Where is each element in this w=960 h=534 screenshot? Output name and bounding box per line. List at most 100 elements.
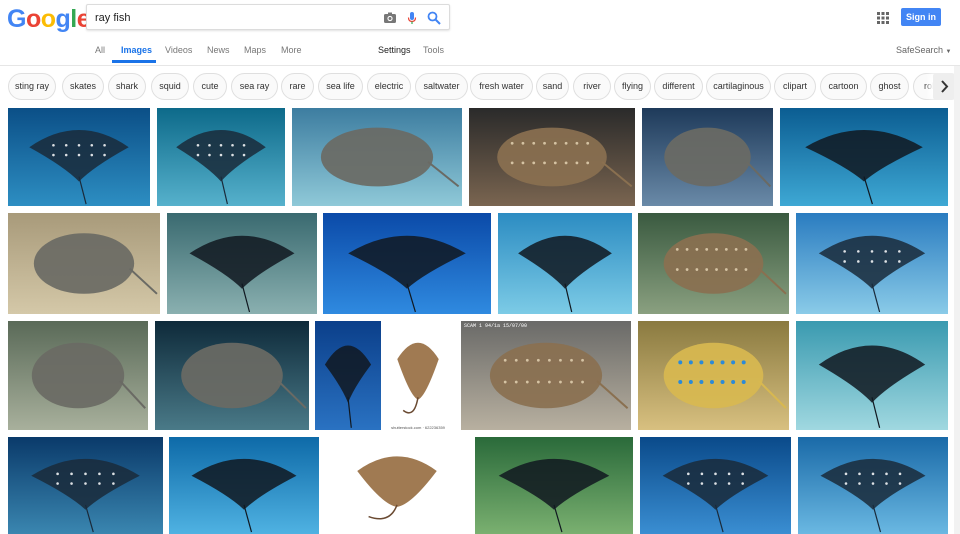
related-chip[interactable]: ghost [870, 73, 909, 100]
ray-fish-thumbnail [8, 108, 150, 206]
related-chip[interactable]: sea ray [231, 73, 278, 100]
ray-fish-thumbnail [469, 108, 635, 206]
ray-fish-thumbnail [167, 213, 317, 314]
related-chip[interactable]: fresh water [470, 73, 533, 100]
image-result[interactable] [8, 321, 148, 430]
image-result[interactable] [155, 321, 309, 430]
safesearch-label: SafeSearch [896, 45, 944, 55]
image-result[interactable]: SCAM 1 94/1a 15/07/00 [461, 321, 631, 430]
apps-grid-icon[interactable] [877, 11, 889, 24]
tab-all[interactable]: All [95, 45, 105, 55]
image-result[interactable] [169, 437, 319, 534]
header: Google Sign in All Images Videos News Ma… [0, 0, 960, 66]
ray-fish-thumbnail [323, 213, 491, 314]
image-result[interactable] [498, 213, 632, 314]
logo-letter: G [7, 5, 26, 33]
related-chip[interactable]: electric [367, 73, 411, 100]
active-tab-indicator [112, 60, 156, 63]
image-result[interactable] [8, 108, 150, 206]
image-result[interactable] [326, 437, 468, 534]
tools-link[interactable]: Tools [423, 45, 444, 55]
ray-fish-thumbnail [157, 108, 285, 206]
ray-fish-thumbnail [796, 213, 948, 314]
ray-fish-thumbnail [638, 213, 789, 314]
search-tabs: All Images Videos News Maps More Setting… [0, 43, 960, 65]
ray-fish-thumbnail [780, 108, 948, 206]
related-chip[interactable]: different [654, 73, 703, 100]
image-result[interactable] [469, 108, 635, 206]
ray-fish-thumbnail [169, 437, 319, 534]
image-result[interactable] [638, 213, 789, 314]
tab-more[interactable]: More [281, 45, 302, 55]
ray-fish-thumbnail [498, 213, 632, 314]
safesearch-menu[interactable]: SafeSearch ▼ [896, 45, 952, 55]
related-chip[interactable]: sea life [318, 73, 363, 100]
related-chip[interactable]: river [573, 73, 611, 100]
image-result[interactable] [323, 213, 491, 314]
chips-next-button[interactable] [933, 73, 955, 100]
image-result[interactable] [8, 213, 160, 314]
ray-fish-thumbnail [381, 321, 455, 430]
ray-fish-thumbnail [798, 437, 948, 534]
ray-fish-thumbnail [638, 321, 789, 430]
ray-fish-thumbnail [8, 321, 148, 430]
ray-fish-thumbnail [315, 321, 381, 430]
image-result[interactable] [780, 108, 948, 206]
related-chip[interactable]: sting ray [8, 73, 56, 100]
ray-fish-thumbnail [461, 321, 631, 430]
related-chip[interactable]: cute [193, 73, 227, 100]
image-result[interactable] [157, 108, 285, 206]
ray-fish-thumbnail [155, 321, 309, 430]
logo-letter: o [25, 5, 41, 33]
ray-fish-thumbnail [640, 437, 791, 534]
related-chip[interactable]: squid [151, 73, 189, 100]
caret-down-icon: ▼ [945, 49, 952, 55]
search-box[interactable] [86, 4, 450, 30]
settings-link[interactable]: Settings [378, 45, 411, 55]
microphone-icon[interactable] [404, 10, 420, 26]
image-result[interactable] [167, 213, 317, 314]
image-result[interactable] [638, 321, 789, 430]
tab-news[interactable]: News [207, 45, 230, 55]
chevron-right-icon [941, 80, 949, 93]
logo-letter: g [55, 5, 71, 33]
image-result[interactable] [796, 213, 948, 314]
image-result[interactable] [8, 437, 163, 534]
ray-fish-thumbnail [796, 321, 948, 430]
related-searches-bar: roboghostcartoonclipartcartilaginousdiff… [0, 69, 960, 104]
ray-fish-thumbnail [8, 437, 163, 534]
image-watermark: shutterstock.com · 622236359 [391, 425, 445, 430]
related-chip[interactable]: shark [108, 73, 146, 100]
ray-fish-thumbnail [326, 437, 468, 534]
tab-videos[interactable]: Videos [165, 45, 192, 55]
related-chip[interactable]: skates [62, 73, 104, 100]
related-chip[interactable]: rare [281, 73, 314, 100]
page-scrollbar[interactable] [954, 66, 960, 534]
image-result[interactable] [642, 108, 773, 206]
related-chip[interactable]: cartoon [820, 73, 867, 100]
image-result[interactable] [292, 108, 462, 206]
related-chip[interactable]: clipart [774, 73, 816, 100]
ray-fish-thumbnail [475, 437, 633, 534]
image-result[interactable] [640, 437, 791, 534]
image-result[interactable] [798, 437, 948, 534]
ray-fish-thumbnail [642, 108, 773, 206]
tab-images[interactable]: Images [121, 45, 152, 55]
camera-icon[interactable] [382, 10, 398, 26]
image-result[interactable] [796, 321, 948, 430]
related-chip[interactable]: saltwater [415, 73, 468, 100]
search-input[interactable] [95, 9, 365, 26]
related-chip[interactable]: flying [614, 73, 651, 100]
related-chip[interactable]: sand [536, 73, 569, 100]
logo-letter: o [40, 5, 56, 33]
tab-maps[interactable]: Maps [244, 45, 266, 55]
image-timestamp: SCAM 1 94/1a 15/07/00 [464, 323, 528, 329]
image-result[interactable] [315, 321, 381, 430]
ray-fish-thumbnail [292, 108, 462, 206]
search-icon[interactable] [426, 10, 442, 26]
image-result[interactable] [475, 437, 633, 534]
image-result[interactable]: shutterstock.com · 622236359 [381, 321, 455, 430]
sign-in-button[interactable]: Sign in [901, 8, 941, 26]
related-chip[interactable]: cartilaginous [706, 73, 771, 100]
google-logo[interactable]: Google [7, 5, 91, 33]
